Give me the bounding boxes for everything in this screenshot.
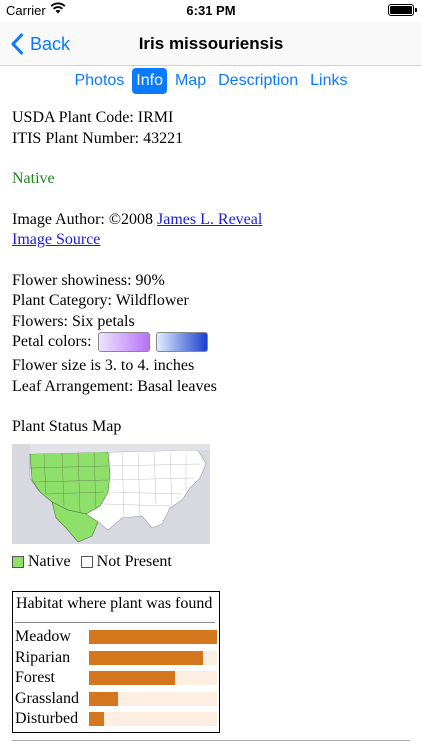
tab-description[interactable]: Description <box>214 68 302 94</box>
battery-icon <box>388 4 417 16</box>
petal-colors-label: Petal colors: <box>12 333 92 350</box>
habitat-label: Forest <box>15 669 55 686</box>
navigation-bar: Back Iris missouriensis <box>0 22 422 66</box>
info-content: USDA Plant Code: IRMI ITIS Plant Number:… <box>12 108 412 733</box>
section-tabs: Photos Info Map Description Links <box>0 68 422 94</box>
legend-native-swatch <box>12 555 24 568</box>
map-legend: Native Not Present <box>12 552 412 573</box>
legend-not-present-label: Not Present <box>96 552 172 570</box>
petal-color-swatch-blue <box>155 332 208 353</box>
habitat-row: Forest <box>15 668 219 689</box>
petal-color-swatch-purple <box>97 332 150 353</box>
habitat-row: Disturbed <box>15 709 219 730</box>
tab-info[interactable]: Info <box>132 68 167 94</box>
divider <box>12 740 410 741</box>
habitat-label: Meadow <box>15 628 71 645</box>
habitat-label: Riparian <box>15 648 71 666</box>
habitat-bar-disturbed <box>89 712 105 727</box>
leaf-arrangement: Leaf Arrangement: Basal leaves <box>12 377 217 395</box>
habitat-bar-riparian <box>89 650 203 665</box>
native-status: Native <box>12 170 55 187</box>
habitat-title: Habitat where plant was found <box>16 595 213 612</box>
habitat-bar-forest <box>89 671 175 686</box>
habitat-row: Riparian <box>15 648 219 669</box>
flowers: Flowers: Six petals <box>12 312 135 330</box>
tab-photos[interactable]: Photos <box>70 68 128 94</box>
image-author-prefix: Image Author: ©2008 <box>12 210 158 228</box>
plant-status-map <box>12 443 210 544</box>
habitat-row: Grassland <box>15 689 219 710</box>
image-source-link[interactable]: Image Source <box>12 231 100 248</box>
usda-code: USDA Plant Code: IRMI <box>12 109 174 126</box>
plant-category: Plant Category: Wildflower <box>12 292 189 309</box>
status-bar: Carrier 6:31 PM <box>0 0 422 22</box>
tab-map[interactable]: Map <box>171 68 210 94</box>
habitat-label: Disturbed <box>15 710 79 727</box>
legend-native-label: Native <box>28 552 71 570</box>
habitat-label: Grassland <box>15 689 79 707</box>
page-title: Iris missouriensis <box>138 34 284 53</box>
habitat-row: Meadow <box>15 627 219 648</box>
flower-size: Flower size is 3. to 4. inches <box>12 357 195 374</box>
image-author-link[interactable]: James L. Reveal <box>157 211 262 228</box>
habitat-bar-grassland <box>89 691 119 706</box>
map-title: Plant Status Map <box>12 418 122 435</box>
petal-colors: Petal colors: <box>12 332 412 356</box>
flower-showiness: Flower showiness: 90% <box>12 271 165 289</box>
image-author: Image Author: ©2008 James L. Reveal <box>12 210 412 231</box>
tab-links[interactable]: Links <box>306 68 351 94</box>
habitat-chart: Habitat where plant was found Meadow Rip… <box>12 591 220 733</box>
habitat-bar-meadow <box>89 630 217 645</box>
clock: 6:31 PM <box>186 3 236 18</box>
itis-number: ITIS Plant Number: 43221 <box>12 129 184 147</box>
legend-not-present-swatch <box>80 555 93 568</box>
